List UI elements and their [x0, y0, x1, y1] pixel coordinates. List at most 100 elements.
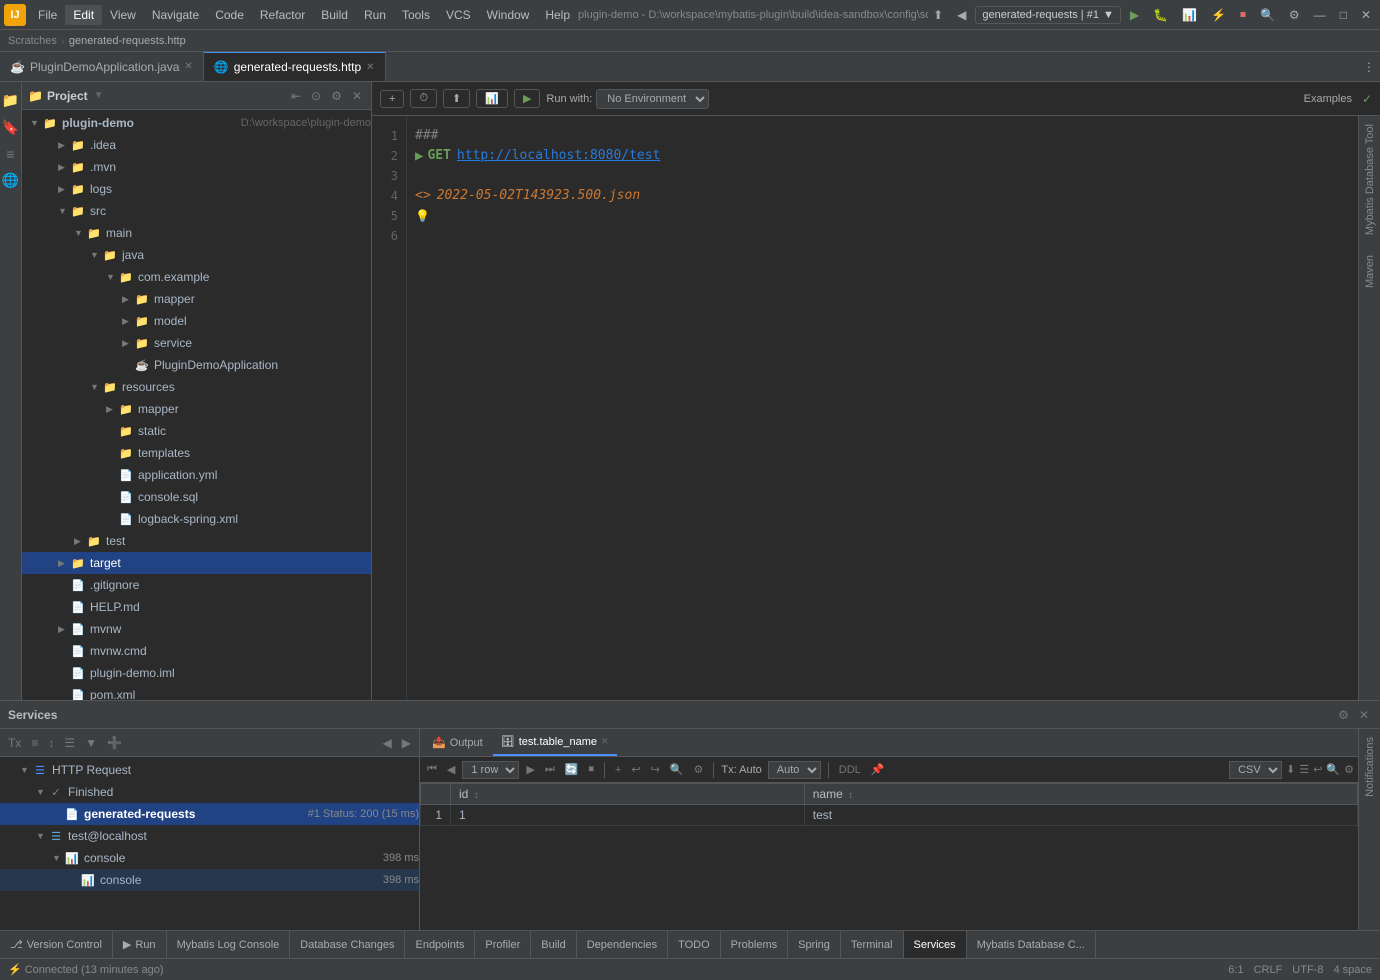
services-item-testlocalhost[interactable]: ▼ ☰ test@localhost [0, 825, 419, 847]
bottom-tab-mybatis-db[interactable]: Mybatis Database C... [967, 931, 1096, 958]
tree-item-target[interactable]: ▶ 📁 target [22, 552, 371, 574]
tree-item-main[interactable]: ▼ 📁 main [22, 222, 371, 244]
services-hide-button[interactable]: ✕ [1356, 707, 1372, 723]
status-encoding[interactable]: UTF-8 [1292, 964, 1323, 976]
output-tab-table-close[interactable]: ✕ [601, 736, 609, 747]
search-everywhere-button[interactable]: 🔍 [1255, 6, 1280, 24]
run-button[interactable]: ▶ [1125, 6, 1144, 24]
bottom-tab-db-changes[interactable]: Database Changes [290, 931, 405, 958]
bottom-tab-vcs[interactable]: ⎇ Version Control [0, 931, 113, 958]
results-undo-button[interactable]: ↩ [628, 762, 643, 777]
tree-item-mvn[interactable]: ▶ 📁 .mvn [22, 156, 371, 178]
project-icon[interactable]: 📁 [0, 90, 21, 111]
services-log-button[interactable]: ≡ [27, 734, 42, 752]
bottom-tab-endpoints[interactable]: Endpoints [405, 931, 475, 958]
col-name-sort[interactable]: ↕ [848, 790, 853, 801]
profile-button[interactable]: ⚡ [1206, 6, 1231, 24]
col-name-header[interactable]: name ↕ [804, 784, 1357, 805]
menu-file[interactable]: File [30, 5, 65, 25]
tree-item-comexample[interactable]: ▼ 📁 com.example [22, 266, 371, 288]
pin-button[interactable]: 📌 [868, 762, 888, 777]
http-stats-button[interactable]: 📊 [476, 89, 508, 108]
bookmarks-icon[interactable]: 🔖 [0, 117, 21, 138]
menu-code[interactable]: Code [207, 5, 252, 25]
services-tree[interactable]: ▼ ☰ HTTP Request ▼ ✓ Finished [0, 757, 419, 930]
services-settings-button[interactable]: ⚙ [1335, 707, 1352, 723]
tree-item-service[interactable]: ▶ 📁 service [22, 332, 371, 354]
results-settings-button[interactable]: ⚙ [691, 762, 707, 777]
maven-label[interactable]: Maven [1364, 255, 1376, 288]
bottom-tab-spring[interactable]: Spring [788, 931, 841, 958]
ddl-button[interactable]: DDL [836, 763, 864, 777]
tab-plugindemo[interactable]: ☕ PluginDemoApplication.java ✕ [0, 52, 204, 81]
menu-view[interactable]: View [102, 5, 144, 25]
results-redo-button[interactable]: ↪ [648, 762, 663, 777]
menu-tools[interactable]: Tools [394, 5, 438, 25]
status-connected[interactable]: ⚡ Connected (13 minutes ago) [8, 963, 164, 976]
menu-refactor[interactable]: Refactor [252, 5, 313, 25]
http-upload-button[interactable]: ⬆ [443, 89, 470, 108]
menu-vcs[interactable]: VCS [438, 5, 479, 25]
http-run-file-button[interactable]: ▶ [514, 89, 540, 108]
tree-item-test[interactable]: ▶ 📁 test [22, 530, 371, 552]
export-options-button[interactable]: ☰ [1299, 763, 1309, 776]
mybatis-db-tool-label[interactable]: Mybatis Database Tool [1364, 124, 1376, 235]
menu-run[interactable]: Run [356, 5, 394, 25]
services-filter-button[interactable]: ▼ [81, 734, 101, 752]
bottom-tab-services[interactable]: Services [904, 931, 967, 958]
panel-hide[interactable]: ✕ [349, 88, 365, 104]
tree-item-idea[interactable]: ▶ 📁 .idea [22, 134, 371, 156]
tab-generated-close[interactable]: ✕ [366, 62, 374, 73]
bottom-tab-run[interactable]: ▶ Run [113, 931, 167, 958]
tree-item-java[interactable]: ▼ 📁 java [22, 244, 371, 266]
col-id-header[interactable]: id ↕ [451, 784, 805, 805]
http-run-inline-button[interactable]: ▶ [415, 146, 423, 166]
output-tab-table[interactable]: 🗄 test.table_name ✕ [493, 729, 617, 756]
run-config-selector[interactable]: generated-requests | #1 ▼ [975, 6, 1121, 24]
tree-item-logs[interactable]: ▶ 📁 logs [22, 178, 371, 200]
export-search-button[interactable]: 🔍 [1326, 763, 1340, 776]
code-content[interactable]: ### ▶ GET http://localhost:8080/test <> [407, 116, 1358, 700]
tree-item-templates[interactable]: ▶ 📁 templates [22, 442, 371, 464]
http-add-button[interactable]: + [380, 90, 404, 108]
bottom-tab-deps[interactable]: Dependencies [577, 931, 668, 958]
services-sort-button[interactable]: ↕ [44, 734, 58, 752]
http-examples-button[interactable]: Examples [1304, 93, 1352, 105]
tree-item-mvnw[interactable]: ▶ 📄 mvnw [22, 618, 371, 640]
export-download-button[interactable]: ⬇ [1286, 763, 1295, 776]
panel-settings[interactable]: ⚙ [328, 88, 345, 104]
menu-build[interactable]: Build [313, 5, 356, 25]
services-item-http[interactable]: ▼ ☰ HTTP Request [0, 759, 419, 781]
code-editor[interactable]: 1 2 3 4 5 6 ### ▶ GET [372, 116, 1358, 700]
services-item-generated-requests[interactable]: ▶ 📄 generated-requests #1 Status: 200 (1… [0, 803, 419, 825]
close-button[interactable]: ✕ [1356, 6, 1376, 24]
results-stop-button[interactable]: ⏹ [585, 762, 597, 777]
http-history-button[interactable]: ⏱ [410, 89, 437, 108]
tree-item-logbackxml[interactable]: ▶ 📄 logback-spring.xml [22, 508, 371, 530]
export-format-select[interactable]: CSV [1229, 761, 1282, 779]
bottom-tab-mybatis[interactable]: Mybatis Log Console [167, 931, 291, 958]
tree-item-static[interactable]: ▶ 📁 static [22, 420, 371, 442]
services-item-finished[interactable]: ▼ ✓ Finished [0, 781, 419, 803]
bottom-tab-build[interactable]: Build [531, 931, 576, 958]
menu-navigate[interactable]: Navigate [144, 5, 207, 25]
tree-item-appyml[interactable]: ▶ 📄 application.yml [22, 464, 371, 486]
tab-generated[interactable]: 🌐 generated-requests.http ✕ [204, 52, 386, 81]
results-first-button[interactable]: ⏮ [424, 762, 440, 777]
bottom-tab-profiler[interactable]: Profiler [475, 931, 531, 958]
menu-help[interactable]: Help [537, 5, 578, 25]
tree-item-root[interactable]: ▼ 📁 plugin-demo D:\workspace\plugin-demo [22, 112, 371, 134]
panel-collapse-all[interactable]: ⇤ [288, 88, 304, 104]
tree-item-src[interactable]: ▼ 📁 src [22, 200, 371, 222]
services-item-console1[interactable]: ▼ 📊 console 398 ms [0, 847, 419, 869]
settings-button[interactable]: ⚙ [1284, 6, 1305, 24]
results-next-button[interactable]: ▶ [523, 762, 537, 777]
tree-item-helpmd[interactable]: ▶ 📄 HELP.md [22, 596, 371, 618]
services-group-button[interactable]: ☰ [60, 734, 79, 752]
results-rows-select[interactable]: 1 row [462, 761, 519, 779]
bottom-tab-todo[interactable]: TODO [668, 931, 721, 958]
minimize-button[interactable]: — [1309, 6, 1331, 24]
debug-button[interactable]: 🐛 [1148, 6, 1173, 24]
services-tx-button[interactable]: Tx [4, 734, 25, 752]
panel-scroll-target[interactable]: ⊙ [308, 88, 324, 104]
